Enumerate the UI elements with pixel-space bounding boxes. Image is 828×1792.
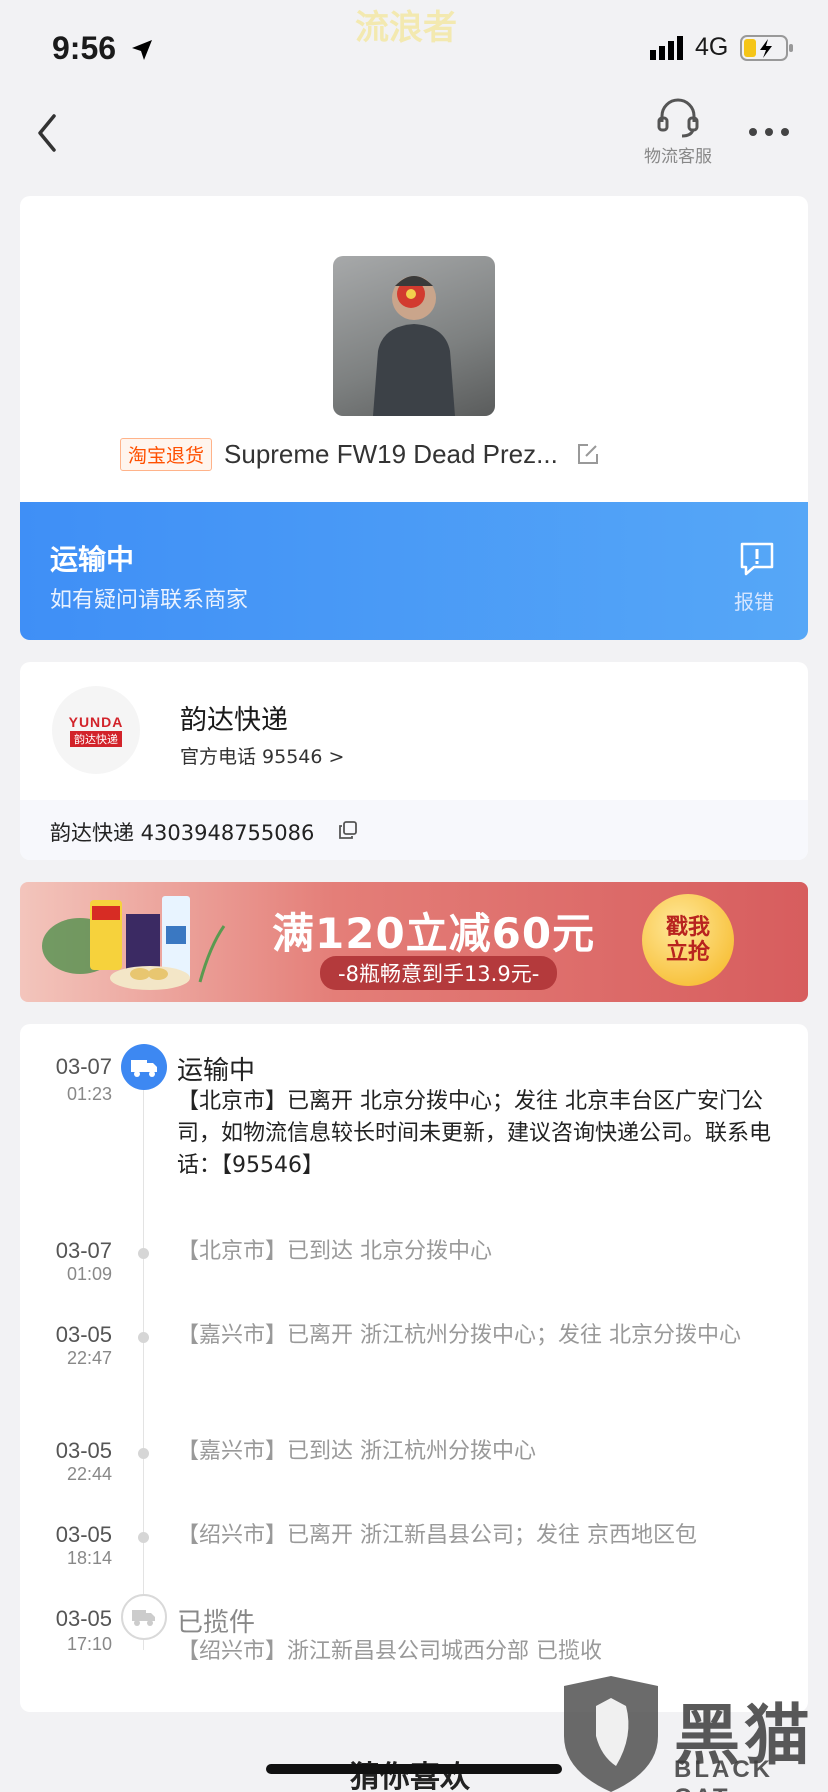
courier-logo-en: YUNDA [68,713,124,730]
courier-name: 韵达快递 [180,705,288,736]
timeline-time: 01:23 [66,1084,112,1104]
status-time: 9:56 [52,30,117,66]
timeline-date: 03-05 [55,1606,112,1631]
home-indicator[interactable] [266,1764,562,1774]
customer-service-label[interactable]: 物流客服 [630,142,726,167]
network-label: 4G [695,33,729,61]
truck-icon [121,1044,167,1090]
shipment-status-subtitle: 如有疑问请联系商家 [50,588,249,613]
product-row[interactable]: 淘宝退货 Supreme FW19 Dead Prez... [120,436,600,472]
timeline-time: 01:09 [66,1264,112,1284]
headset-icon[interactable] [654,96,702,138]
timeline-date: 03-07 [55,1238,112,1263]
timeline-line [143,1066,144,1650]
taobao-return-tag: 淘宝退货 [120,437,213,471]
timeline-description: 【绍兴市】已离开 浙江新昌县公司；发往 京西地区包 [177,1523,697,1548]
courier-phone-link[interactable]: 官方电话 95546 > [180,742,344,769]
shipment-status-banner: 运输中 如有疑问请联系商家 报错 [20,502,808,640]
timeline-dot [138,1532,149,1543]
signal-icon [650,36,683,60]
watermark-text: 流浪者 [355,8,457,48]
timeline-description: 【嘉兴市】已离开 浙江杭州分拨中心；发往 北京分拨中心 [177,1323,741,1348]
timeline-dot [138,1448,149,1459]
timeline-time: 22:47 [66,1348,112,1368]
timeline-date: 03-05 [55,1438,112,1463]
report-icon[interactable] [738,540,776,578]
tracking-number-row: 韵达快递 4303948755086 [20,800,808,860]
timeline-date: 03-05 [55,1522,112,1547]
logistics-timeline: 03-07 01:23 运输中 【北京市】已离开 北京分拨中心；发往 北京丰台区… [20,1024,808,1712]
ad-subtitle: -8瓶畅意到手13.9元- [320,956,558,990]
timeline-date: 03-05 [55,1322,112,1347]
blackcat-en: BLACK CAT [674,1756,773,1792]
product-card: 淘宝退货 Supreme FW19 Dead Prez... [20,196,808,502]
timeline-description[interactable]: 【北京市】已离开 北京分拨中心；发往 北京丰台区广安门公司，如物流信息较长时间未… [177,1086,787,1182]
timeline-dot [138,1248,149,1259]
copy-icon[interactable] [338,820,358,840]
ad-cta-button[interactable]: 戳我立抢 [642,894,734,986]
report-label[interactable]: 报错 [734,586,774,615]
product-photo-icon [373,276,455,416]
ad-title: 满120立减60元 [272,909,596,958]
ad-banner[interactable]: 满120立减60元 -8瓶畅意到手13.9元- 戳我立抢 [20,882,808,1002]
pickup-truck-icon [121,1594,167,1640]
location-arrow-icon [132,40,152,60]
courier-logo: YUNDA 韵达快递 [52,686,140,774]
courier-logo-cn: 韵达快递 [70,730,122,747]
timeline-time: 18:14 [66,1548,112,1568]
timeline-status: 已揽件 [177,1608,256,1638]
product-title: Supreme FW19 Dead Prez... [224,438,558,469]
tracking-number: 韵达快递 4303948755086 [50,821,315,845]
timeline-time: 22:44 [66,1464,112,1484]
blackcat-watermark: 黑猫 BLACK CAT [556,1676,828,1792]
back-icon[interactable] [30,108,64,158]
edit-icon[interactable] [576,442,600,466]
timeline-description: 【嘉兴市】已到达 浙江杭州分拨中心 [177,1439,536,1464]
timeline-description: 【绍兴市】浙江新昌县公司城西分部 已揽收 [177,1639,602,1664]
timeline-dot [138,1332,149,1343]
ad-products-image [42,896,226,990]
timeline-date: 03-07 [55,1054,112,1079]
timeline-status: 运输中 [177,1056,256,1086]
cat-shield-icon [564,1676,658,1792]
product-image[interactable] [333,256,495,416]
more-icon[interactable] [748,122,790,142]
battery-icon [740,35,793,61]
timeline-description: 【北京市】已到达 北京分拨中心 [177,1239,492,1264]
timeline-time: 17:10 [66,1634,112,1654]
courier-card: YUNDA 韵达快递 韵达快递 官方电话 95546 > 韵达快递 430394… [20,662,808,860]
shipment-status-title: 运输中 [50,543,135,576]
status-bar: 9:56 流浪者 4G [0,0,828,98]
